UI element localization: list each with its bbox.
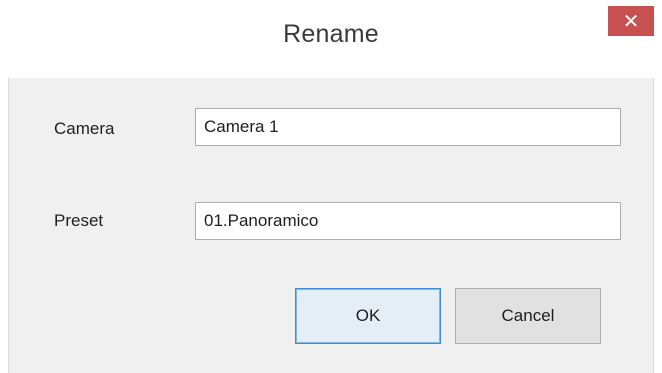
title-bar[interactable]: Rename ✕ xyxy=(0,0,662,78)
rename-dialog: Rename ✕ Camera Preset OK Cancel xyxy=(0,0,662,373)
preset-input[interactable] xyxy=(195,202,621,240)
ok-button[interactable]: OK xyxy=(295,288,441,344)
camera-label: Camera xyxy=(54,119,115,138)
cancel-button[interactable]: Cancel xyxy=(455,288,601,344)
dialog-body: Camera Preset OK Cancel xyxy=(8,78,654,373)
camera-input[interactable] xyxy=(195,108,621,146)
dialog-title: Rename xyxy=(283,20,379,48)
close-button[interactable]: ✕ xyxy=(608,6,654,36)
preset-label: Preset xyxy=(54,211,104,230)
close-icon: ✕ xyxy=(622,10,640,33)
